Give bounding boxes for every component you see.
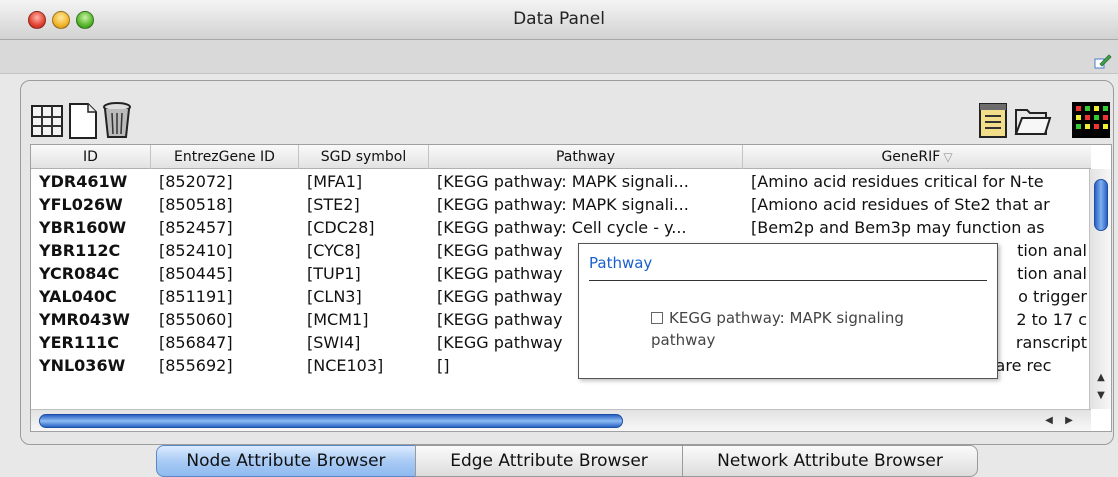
cell-entrezgene-id[interactable]: [855692]	[159, 355, 295, 377]
cell-sgd-symbol[interactable]: [SWI4]	[307, 332, 425, 354]
edit-pencil-icon[interactable]	[1094, 53, 1112, 69]
table-row[interactable]: YFL026W [850518] [STE2] [KEGG pathway: MAPK…	[31, 194, 1091, 216]
header-strip	[0, 40, 1118, 74]
table-row[interactable]: YDR461W [852072] [MFA1] [KEGG pathway: MAPK…	[31, 171, 1091, 193]
cell-entrezgene-id[interactable]: [851191]	[159, 286, 295, 308]
tab-edge-attribute-browser[interactable]: Edge Attribute Browser	[415, 445, 683, 477]
cell-generif[interactable]: [Amiono acid residues of Ste2 that ar	[751, 194, 1087, 216]
cell-sgd-symbol[interactable]: [CDC28]	[307, 217, 425, 239]
tab-network-attribute-browser[interactable]: Network Attribute Browser	[682, 445, 978, 477]
cell-id[interactable]: YNL036W	[39, 355, 147, 377]
cell-id[interactable]: YER111C	[39, 332, 147, 354]
column-header-id[interactable]: ID	[31, 145, 151, 169]
scroll-up-arrow-icon[interactable]: ▲	[1092, 369, 1110, 387]
cell-entrezgene-id[interactable]: [850518]	[159, 194, 295, 216]
cell-id[interactable]: YAL040C	[39, 286, 147, 308]
pathway-item-label: KEGG pathway: MAPK signaling pathway	[651, 309, 904, 349]
heatmap-icon[interactable]	[1072, 100, 1110, 140]
cell-entrezgene-id[interactable]: [850445]	[159, 263, 295, 285]
cell-generif[interactable]: [Amino acid residues critical for N-te	[751, 171, 1087, 193]
table-row[interactable]: YBR160W [852457] [CDC28] [KEGG pathway: Cel…	[31, 217, 1091, 239]
cell-sgd-symbol[interactable]: [STE2]	[307, 194, 425, 216]
checkbox-icon[interactable]	[651, 312, 663, 324]
sort-indicator-icon: ▽	[943, 150, 953, 164]
cell-sgd-symbol[interactable]: [NCE103]	[307, 355, 425, 377]
table-header: ID EntrezGene ID SGD symbol Pathway Gene…	[31, 145, 1091, 169]
cell-pathway[interactable]: [KEGG pathway: Cell cycle - y...	[437, 217, 739, 239]
cell-sgd-symbol[interactable]: [CYC8]	[307, 240, 425, 262]
horizontal-scroll-thumb[interactable]	[39, 414, 623, 428]
title-bar[interactable]: Data Panel	[0, 0, 1118, 40]
cell-sgd-symbol[interactable]: [TUP1]	[307, 263, 425, 285]
cell-generif[interactable]: [Bem2p and Bem3p may function as	[751, 217, 1087, 239]
column-header-generif[interactable]: GeneRIF ▽	[743, 145, 1091, 169]
popup-title: Pathway	[589, 254, 653, 272]
cell-pathway[interactable]: [KEGG pathway: MAPK signali...	[437, 194, 739, 216]
cell-pathway[interactable]: [KEGG pathway: MAPK signali...	[437, 171, 739, 193]
cell-entrezgene-id[interactable]: [855060]	[159, 309, 295, 331]
table-grid-icon[interactable]	[30, 100, 64, 140]
scroll-down-arrow-icon[interactable]: ▼	[1092, 387, 1110, 405]
window-title: Data Panel	[513, 9, 605, 29]
column-header-pathway[interactable]: Pathway	[429, 145, 743, 169]
attribute-list-icon[interactable]	[976, 100, 1010, 140]
cell-entrezgene-id[interactable]: [856847]	[159, 332, 295, 354]
cell-entrezgene-id[interactable]: [852072]	[159, 171, 295, 193]
scroll-left-arrow-icon[interactable]: ◀	[1041, 412, 1057, 430]
cell-id[interactable]: YMR043W	[39, 309, 147, 331]
column-header-sgd-symbol[interactable]: SGD symbol	[299, 145, 429, 169]
cell-entrezgene-id[interactable]: [852410]	[159, 240, 295, 262]
cell-id[interactable]: YCR084C	[39, 263, 147, 285]
cell-id[interactable]: YBR160W	[39, 217, 147, 239]
cell-sgd-symbol[interactable]: [CLN3]	[307, 286, 425, 308]
horizontal-scrollbar[interactable]: ◀ ▶	[31, 409, 1091, 431]
new-document-icon[interactable]	[66, 100, 100, 140]
cell-entrezgene-id[interactable]: [852457]	[159, 217, 295, 239]
open-folder-icon[interactable]	[1014, 100, 1052, 140]
cell-id[interactable]: YDR461W	[39, 171, 147, 193]
column-header-entrezgene-id[interactable]: EntrezGene ID	[151, 145, 299, 169]
pathway-popup: Pathway KEGG pathway: MAPK signaling pat…	[578, 243, 998, 379]
tab-node-attribute-browser[interactable]: Node Attribute Browser	[156, 445, 416, 477]
data-panel-window: Data Panel ID EntrezGene ID SGD symbol P…	[0, 0, 1118, 477]
cell-id[interactable]: YFL026W	[39, 194, 147, 216]
cell-sgd-symbol[interactable]: [MCM1]	[307, 309, 425, 331]
popup-divider	[589, 280, 987, 281]
trash-icon[interactable]	[100, 100, 134, 140]
pathway-list-item[interactable]: KEGG pathway: MAPK signaling pathway	[651, 307, 971, 351]
cell-id[interactable]: YBR112C	[39, 240, 147, 262]
vertical-scroll-thumb[interactable]	[1094, 179, 1108, 231]
scroll-right-arrow-icon[interactable]: ▶	[1061, 412, 1077, 430]
cell-sgd-symbol[interactable]: [MFA1]	[307, 171, 425, 193]
vertical-scrollbar[interactable]: ▲ ▼	[1089, 169, 1111, 409]
